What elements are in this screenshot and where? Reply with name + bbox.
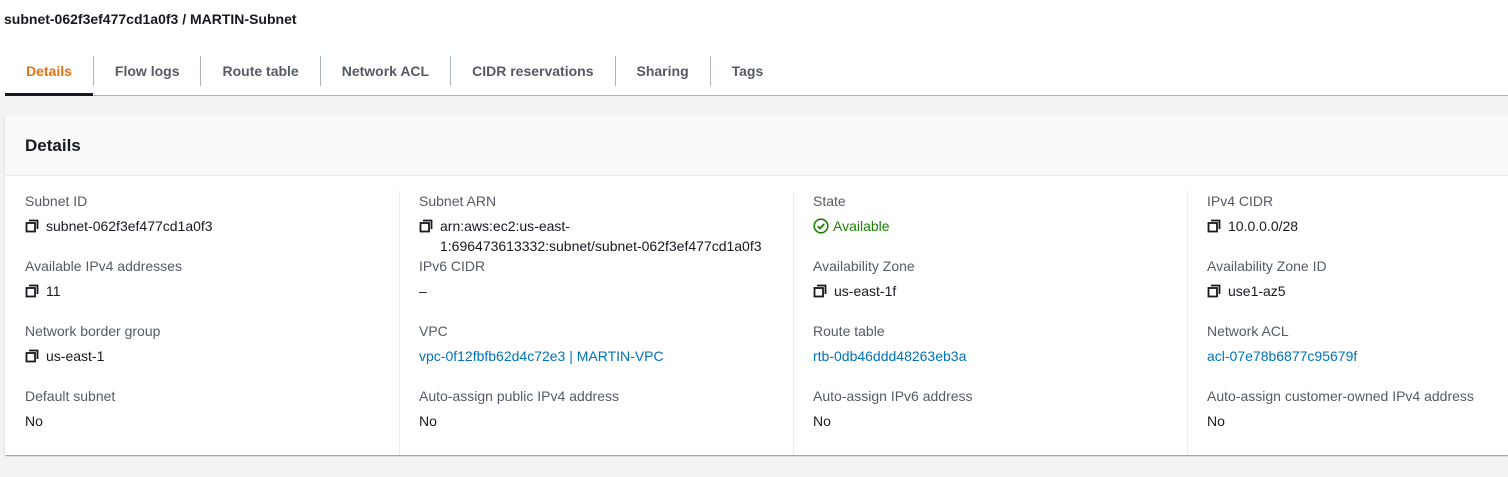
details-panel: Details Subnet ID subnet-062f3ef477cd1a0f…: [5, 116, 1508, 455]
value-text: 10.0.0.0/28: [1228, 218, 1299, 234]
tab-label: Sharing: [636, 62, 689, 79]
field-value: us-east-1f: [813, 281, 915, 301]
copy-icon[interactable]: [419, 219, 433, 233]
value-text: No: [419, 413, 437, 429]
tab-bar: Details Flow logs Route table Network ACL CI…: [5, 46, 1508, 96]
field-label: VPC: [419, 323, 448, 339]
field-value: rtb-0db46ddd48263eb3a: [813, 346, 966, 366]
tab-details[interactable]: Details: [5, 46, 93, 96]
field-value: use1-az5: [1207, 281, 1327, 301]
tab-label: CIDR reservations: [472, 62, 594, 79]
field-value: 11: [25, 281, 182, 301]
copy-icon[interactable]: [813, 284, 827, 298]
field-value: 10.0.0.0/28: [1207, 216, 1298, 236]
field-value: subnet-062f3ef477cd1a0f3: [25, 216, 213, 236]
tab-route-table[interactable]: Route table: [201, 46, 319, 95]
field-subnet-arn: Subnet ARN arn:aws:ec2:us-east- 1:6964736…: [419, 191, 762, 256]
field-value: No: [25, 411, 115, 431]
field-availability-zone: Availability Zone us-east-1f: [813, 256, 915, 301]
tab-label: Route table: [222, 62, 299, 79]
field-auto-assign-public-ipv4-address: Auto-assign public IPv4 address No: [419, 386, 619, 431]
resource-link[interactable]: acl-07e78b6877c95679f: [1207, 346, 1357, 366]
field-label: Availability Zone: [813, 258, 915, 274]
field-vpc: VPC vpc-0f12fbfb62d4c72e3 | MARTIN-VPC: [419, 321, 664, 366]
field-label: IPv4 CIDR: [1207, 193, 1274, 209]
resource-link[interactable]: rtb-0db46ddd48263eb3a: [813, 346, 966, 366]
field-label: Subnet ARN: [419, 193, 497, 209]
page-header: subnet-062f3ef477cd1a0f3 / MARTIN-Subnet…: [0, 0, 1508, 96]
field-label: Auto-assign customer-owned IPv4 address: [1207, 388, 1474, 404]
tab-label: Details: [26, 62, 72, 79]
field-label: Network ACL: [1207, 323, 1289, 339]
field-label: State: [813, 193, 846, 209]
details-grid: Subnet ID subnet-062f3ef477cd1a0f3 Availab…: [5, 176, 1508, 455]
tab-sharing[interactable]: Sharing: [616, 46, 710, 95]
field-auto-assign-ipv6-address: Auto-assign IPv6 address No: [813, 386, 973, 431]
copy-icon[interactable]: [1207, 284, 1221, 298]
field-value: arn:aws:ec2:us-east- 1:696473613332:subn…: [419, 216, 762, 256]
field-value: –: [419, 281, 485, 301]
copy-icon[interactable]: [1207, 219, 1221, 233]
details-column: State Available Availability Zone us-east-1…: [793, 191, 1187, 455]
field-value: us-east-1: [25, 346, 160, 366]
field-auto-assign-customer-owned-ipv4-address: Auto-assign customer-owned IPv4 address N…: [1207, 386, 1474, 431]
field-label: Available IPv4 addresses: [25, 258, 182, 274]
field-label: Route table: [813, 323, 885, 339]
field-subnet-id: Subnet ID subnet-062f3ef477cd1a0f3: [25, 191, 213, 236]
field-available-ipv4-addresses: Available IPv4 addresses 11: [25, 256, 182, 301]
field-label: IPv6 CIDR: [419, 258, 486, 274]
tab-label: Network ACL: [341, 62, 430, 79]
field-label: Default subnet: [25, 388, 116, 404]
value-text: arn:aws:ec2:us-east- 1:696473613332:subn…: [440, 218, 762, 254]
field-default-subnet: Default subnet No: [25, 386, 115, 431]
field-value: acl-07e78b6877c95679f: [1207, 346, 1357, 366]
field-network-border-group: Network border group us-east-1: [25, 321, 160, 366]
value-text: subnet-062f3ef477cd1a0f3: [46, 218, 213, 234]
copy-icon[interactable]: [25, 349, 39, 363]
field-ipv4-cidr: IPv4 CIDR 10.0.0.0/28: [1207, 191, 1298, 236]
field-route-table: Route table rtb-0db46ddd48263eb3a: [813, 321, 966, 366]
details-column: IPv4 CIDR 10.0.0.0/28 Availability Zone ID…: [1187, 191, 1508, 455]
status-text: Available: [833, 218, 890, 234]
field-label: Auto-assign IPv6 address: [813, 388, 973, 404]
tab-label: Tags: [731, 62, 764, 79]
copy-icon[interactable]: [25, 284, 39, 298]
value-text: use1-az5: [1228, 283, 1286, 299]
field-value: No: [419, 411, 619, 431]
page-title: subnet-062f3ef477cd1a0f3 / MARTIN-Subnet: [4, 11, 297, 27]
status-success-icon: [813, 218, 829, 234]
field-ipv6-cidr: IPv6 CIDR –: [419, 256, 485, 301]
field-value: No: [813, 411, 973, 431]
value-text: us-east-1f: [834, 283, 897, 299]
field-network-acl: Network ACL acl-07e78b6877c95679f: [1207, 321, 1357, 366]
value-text: 11: [46, 283, 61, 299]
tab-flow-logs[interactable]: Flow logs: [94, 46, 201, 95]
details-column: Subnet ARN arn:aws:ec2:us-east- 1:6964736…: [399, 191, 793, 455]
panel-header: Details: [5, 116, 1508, 176]
field-value: No: [1207, 411, 1474, 431]
tab-network-acl[interactable]: Network ACL: [321, 46, 450, 95]
tab-cidr-reservations[interactable]: CIDR reservations: [451, 46, 614, 95]
panel-title: Details: [25, 135, 81, 155]
field-state: State Available: [813, 191, 890, 236]
resource-link[interactable]: vpc-0f12fbfb62d4c72e3 | MARTIN-VPC: [419, 346, 664, 366]
value-text: –: [419, 283, 427, 299]
value-text: No: [25, 413, 43, 429]
field-label: Network border group: [25, 323, 161, 339]
field-value: vpc-0f12fbfb62d4c72e3 | MARTIN-VPC: [419, 346, 664, 366]
value-text: us-east-1: [46, 348, 105, 364]
field-value: Available: [813, 216, 890, 236]
value-text: No: [1207, 413, 1225, 429]
tab-label: Flow logs: [114, 62, 180, 79]
field-label: Auto-assign public IPv4 address: [419, 388, 619, 404]
value-text: No: [813, 413, 831, 429]
tab-tags[interactable]: Tags: [711, 46, 785, 95]
field-label: Availability Zone ID: [1207, 258, 1327, 274]
copy-icon[interactable]: [25, 219, 39, 233]
details-column: Subnet ID subnet-062f3ef477cd1a0f3 Availab…: [5, 191, 399, 455]
field-availability-zone-id: Availability Zone ID use1-az5: [1207, 256, 1327, 301]
field-label: Subnet ID: [25, 193, 88, 209]
